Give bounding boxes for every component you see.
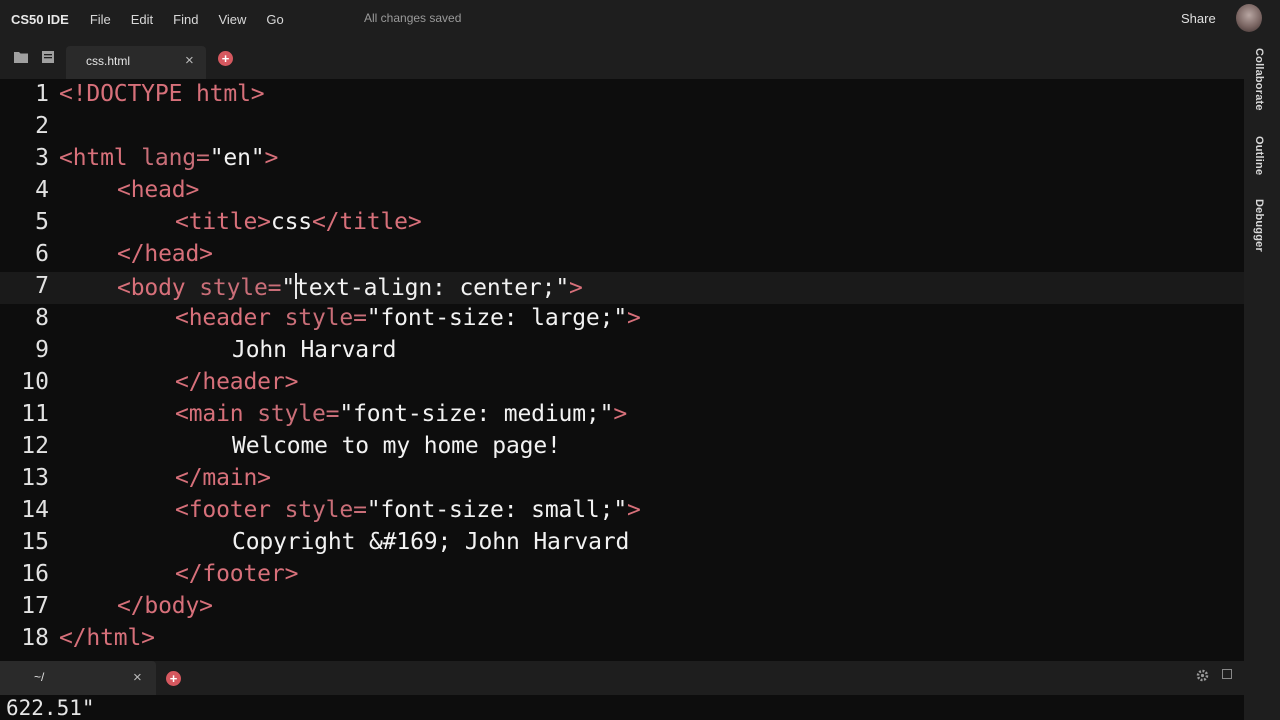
code-line: 1 <!DOCTYPE html> xyxy=(0,80,1244,112)
code-line: 14 <footer style="font-size: small;"> xyxy=(0,496,1244,528)
outline-panel-tab[interactable]: Outline xyxy=(1253,136,1265,175)
line-number: 17 xyxy=(21,593,49,619)
line-number: 11 xyxy=(21,401,49,427)
code-editor[interactable]: 1 <!DOCTYPE html> 2 3 <html lang="en"> 4… xyxy=(0,79,1244,661)
menu-view[interactable]: View xyxy=(218,12,246,27)
code-line: 12 Welcome to my home page! xyxy=(0,432,1244,464)
code-text: <html lang="en"> xyxy=(59,145,279,171)
line-number: 16 xyxy=(21,561,49,587)
line-number: 5 xyxy=(35,209,49,235)
code-text: <body style="text-align: center;"> xyxy=(117,273,583,301)
line-number: 12 xyxy=(21,433,49,459)
code-text: Welcome to my home page! xyxy=(232,433,561,459)
code-line: 13 </main> xyxy=(0,464,1244,496)
new-terminal-plus-icon[interactable]: + xyxy=(166,671,181,686)
code-line: 3 <html lang="en"> xyxy=(0,144,1244,176)
collaborate-panel-tab[interactable]: Collaborate xyxy=(1253,48,1265,111)
code-line-active: 7 <body style="text-align: center;"> xyxy=(0,272,1244,304)
line-number: 10 xyxy=(21,369,49,395)
save-status: All changes saved xyxy=(364,11,462,25)
line-number: 2 xyxy=(35,113,49,139)
close-icon[interactable]: × xyxy=(133,669,142,686)
tab-css-html[interactable]: css.html × xyxy=(66,46,206,79)
line-number: 18 xyxy=(21,625,49,651)
code-text: <footer style="font-size: small;"> xyxy=(175,497,641,523)
code-text: </main> xyxy=(175,465,271,491)
code-text: <title>css</title> xyxy=(175,209,422,235)
code-text: <!DOCTYPE html> xyxy=(59,81,265,107)
code-line: 15 Copyright &#169; John Harvard xyxy=(0,528,1244,560)
code-text: </body> xyxy=(117,593,213,619)
maximize-icon[interactable] xyxy=(1222,668,1232,682)
new-tab-plus-icon[interactable]: + xyxy=(218,51,233,66)
code-line: 10 </header> xyxy=(0,368,1244,400)
code-line: 16 </footer> xyxy=(0,560,1244,592)
menu-bar: CS50 IDE File Edit Find View Go All chan… xyxy=(0,0,1280,38)
debugger-panel-tab[interactable]: Debugger xyxy=(1253,199,1265,252)
close-icon[interactable]: × xyxy=(185,52,194,69)
terminal-pane[interactable]: 622.51" xyxy=(0,695,1244,720)
share-button[interactable]: Share xyxy=(1181,11,1216,26)
editor-tab-bar: css.html × + xyxy=(0,38,1244,79)
code-line: 11 <main style="font-size: medium;"> xyxy=(0,400,1244,432)
line-number: 8 xyxy=(35,305,49,331)
line-number: 9 xyxy=(35,337,49,363)
menu-edit[interactable]: Edit xyxy=(131,12,153,27)
app-brand[interactable]: CS50 IDE xyxy=(11,12,69,27)
code-line: 4 <head> xyxy=(0,176,1244,208)
code-line: 5 <title>css</title> xyxy=(0,208,1244,240)
code-line: 2 xyxy=(0,112,1244,144)
menu-file[interactable]: File xyxy=(90,12,111,27)
code-text: Copyright &#169; John Harvard xyxy=(232,529,630,555)
line-number: 15 xyxy=(21,529,49,555)
line-number: 6 xyxy=(35,241,49,267)
file-list-icon[interactable] xyxy=(42,51,54,66)
line-number: 7 xyxy=(35,273,49,299)
line-number: 1 xyxy=(35,81,49,107)
code-text: </html> xyxy=(59,625,155,651)
terminal-tab-label: ~/ xyxy=(34,670,45,684)
code-text: </footer> xyxy=(175,561,299,587)
tab-terminal[interactable]: ~/ × xyxy=(0,661,156,695)
code-text: <header style="font-size: large;"> xyxy=(175,305,641,331)
folder-icon[interactable] xyxy=(14,51,28,66)
terminal-output: 622.51" xyxy=(6,696,95,720)
terminal-settings-icon[interactable] xyxy=(1196,669,1209,685)
menu-go[interactable]: Go xyxy=(266,12,283,27)
code-line: 8 <header style="font-size: large;"> xyxy=(0,304,1244,336)
code-line: 9 John Harvard xyxy=(0,336,1244,368)
line-number: 13 xyxy=(21,465,49,491)
code-line: 17 </body> xyxy=(0,592,1244,624)
code-text: <head> xyxy=(117,177,200,203)
terminal-tab-bar: ~/ × + xyxy=(0,661,1244,695)
avatar[interactable] xyxy=(1236,4,1262,32)
line-number: 4 xyxy=(35,177,49,203)
code-line: 18 </html> xyxy=(0,624,1244,656)
tab-label: css.html xyxy=(86,54,131,68)
code-text: <main style="font-size: medium;"> xyxy=(175,401,628,427)
code-text: </header> xyxy=(175,369,299,395)
menu-find[interactable]: Find xyxy=(173,12,198,27)
code-line: 6 </head> xyxy=(0,240,1244,272)
code-text: </head> xyxy=(117,241,213,267)
line-number: 14 xyxy=(21,497,49,523)
code-text: John Harvard xyxy=(232,337,397,363)
line-number: 3 xyxy=(35,145,49,171)
